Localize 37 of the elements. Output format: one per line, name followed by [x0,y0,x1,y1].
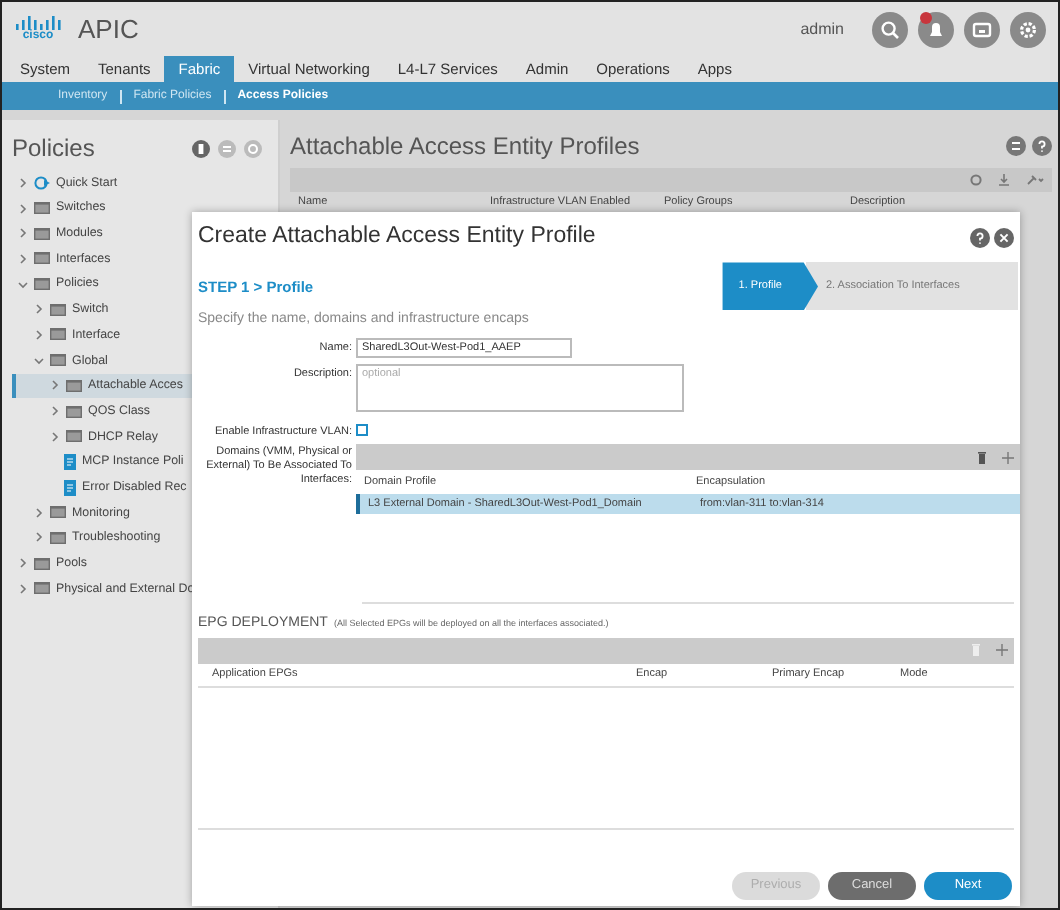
document-icon [64,479,76,496]
chevron-right-icon[interactable] [18,583,28,594]
play-circle-icon [34,175,50,190]
user-name[interactable]: admin [800,17,844,41]
chevron-right-icon[interactable] [34,532,44,543]
dialog-title: Create Attachable Access Entity Profile [198,222,598,252]
trash-icon[interactable] [978,451,986,463]
list-icon[interactable] [218,139,236,157]
cisco-logo-icon [14,15,62,29]
download-icon[interactable] [998,174,1010,186]
monitor-icon[interactable] [964,11,1000,47]
help-icon[interactable] [970,227,990,248]
chevron-right-icon[interactable] [34,329,44,340]
close-icon[interactable] [994,227,1014,248]
chevron-down-icon[interactable] [18,279,28,290]
bell-icon[interactable] [918,11,954,47]
chevron-right-icon[interactable] [34,304,44,315]
chevron-right-icon[interactable] [18,203,28,214]
chevron-right-icon[interactable] [50,406,60,417]
document-icon [64,453,76,470]
add-icon[interactable] [996,644,1008,656]
chevron-right-icon[interactable] [18,228,28,239]
help-icon[interactable] [1032,136,1052,156]
chevron-right-icon[interactable] [34,507,44,518]
chevron-right-icon[interactable] [18,558,28,569]
add-icon[interactable] [1002,451,1014,463]
app-title: APIC [78,11,139,48]
checkbox[interactable] [356,424,368,436]
sidebar-title: Policies [12,132,97,166]
chevron-right-icon[interactable] [18,177,28,188]
chevron-right-icon[interactable] [18,253,28,264]
chevron-down-icon[interactable] [34,355,44,366]
settings-icon[interactable] [1010,11,1046,47]
search-icon[interactable] [872,11,908,47]
chevron-right-icon[interactable] [50,380,60,391]
page-title: Attachable Access Entity Profiles [290,130,642,164]
chevron-right-icon[interactable] [50,431,60,442]
